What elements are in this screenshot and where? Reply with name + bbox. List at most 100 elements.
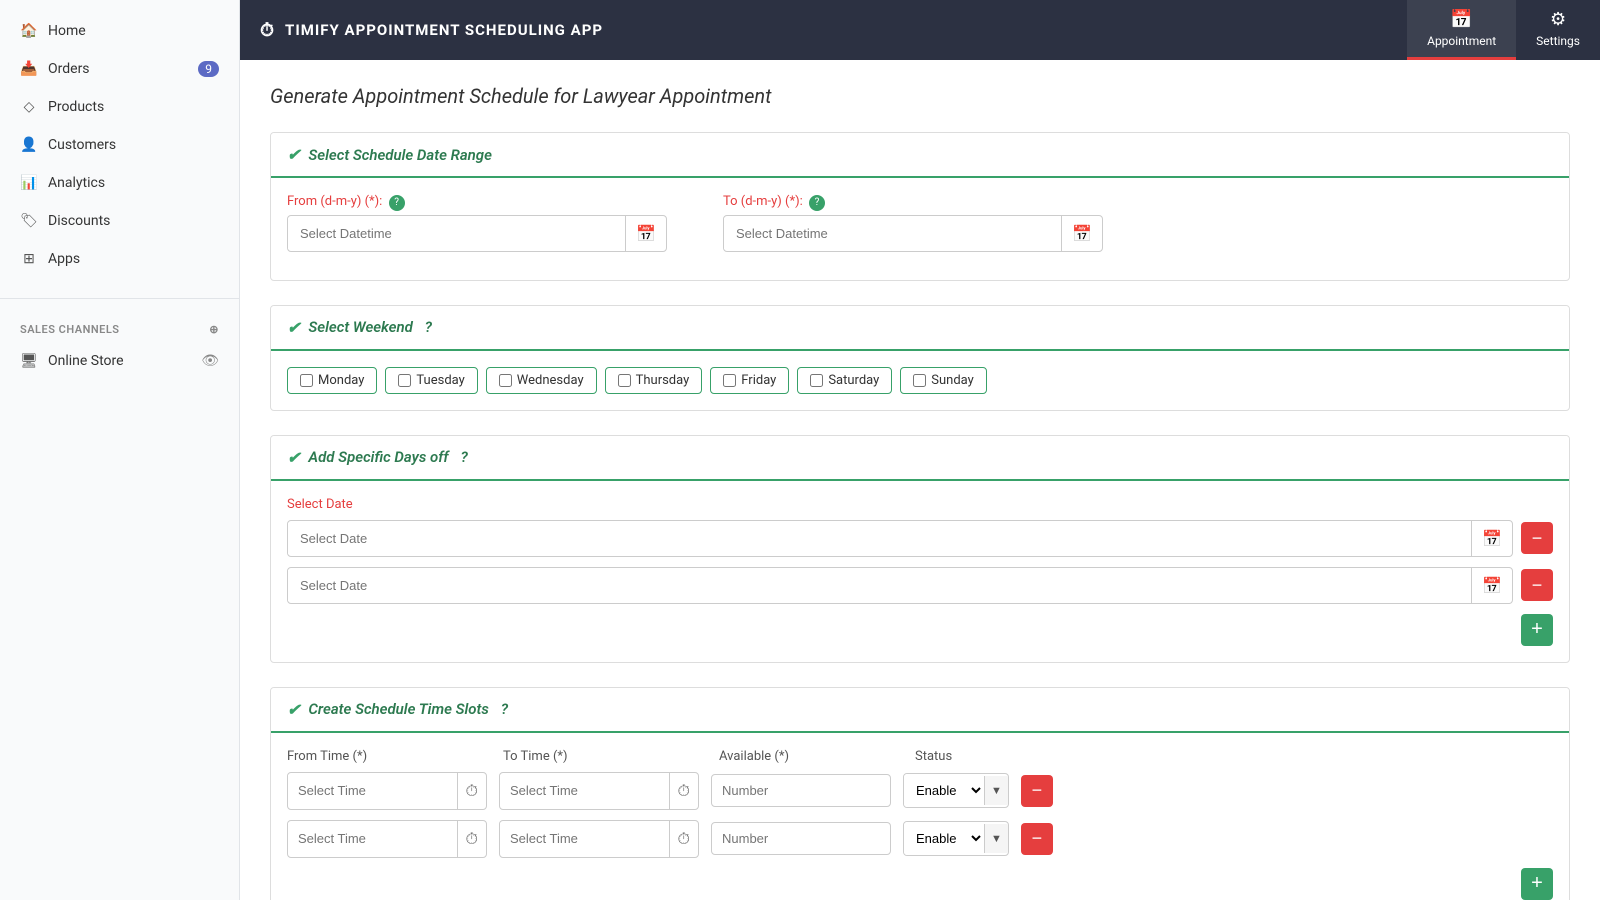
main-content: ⏱ TIMIFY APPOINTMENT SCHEDULING APP 📅 Ap… [240,0,1600,900]
day-monday[interactable]: Monday [287,367,377,394]
weekend-section: ✔ Select Weekend ? Monday Tuesday Wednes… [270,305,1570,411]
remove-slot-1-button[interactable]: − [1021,775,1053,807]
day-thursday[interactable]: Thursday [605,367,703,394]
to-datetime-input-wrapper: 📅 [723,215,1103,252]
to-date-label: To (d-m-y) (*): ? [723,194,1103,211]
weekend-check-icon: ✔ [287,318,300,337]
nav-item-settings[interactable]: ⚙ Settings [1516,0,1600,60]
apps-icon: ⊞ [20,250,38,268]
sidebar-item-discounts[interactable]: 🏷 Discounts [0,202,239,240]
add-day-off-button[interactable]: + [1521,614,1553,646]
days-off-calendar-icon-2[interactable]: 📅 [1471,568,1512,603]
from-datetime-input-wrapper: 📅 [287,215,667,252]
from-date-group: From (d-m-y) (*): ? 📅 [287,194,667,252]
days-off-row-2: 📅 − [287,567,1553,604]
app-nav: 📅 Appointment ⚙ Settings [1407,0,1600,60]
status-header: Status [915,749,1035,764]
checkbox-tuesday[interactable] [398,374,411,387]
weekend-body: Monday Tuesday Wednesday Thursday Friday… [271,351,1569,410]
appointment-nav-icon: 📅 [1450,9,1472,30]
sidebar-item-analytics[interactable]: 📊 Analytics [0,164,239,202]
checkbox-friday[interactable] [723,374,736,387]
time-slot-row-1: ⏱ ⏱ Enable Disable ▼ − [287,772,1553,810]
status-1-dropdown-icon[interactable]: ▼ [984,776,1008,805]
page-content: Generate Appointment Schedule for Lawyea… [240,60,1600,900]
remove-day-off-2-button[interactable]: − [1521,569,1553,601]
from-datetime-input[interactable] [288,218,625,249]
sidebar-item-apps[interactable]: ⊞ Apps [0,240,239,278]
to-time-2-clock-icon[interactable]: ⏱ [669,821,698,857]
from-date-label: From (d-m-y) (*): ? [287,194,667,211]
select-date-label: Select Date [287,497,1553,512]
days-off-section: ✔ Add Specific Days off ? Select Date 📅 … [270,435,1570,663]
nav-item-appointment[interactable]: 📅 Appointment [1407,0,1516,60]
sidebar-item-orders[interactable]: 📥 Orders 9 [0,50,239,88]
sidebar-item-home[interactable]: 🏠 Home [0,12,239,50]
to-time-1-clock-icon[interactable]: ⏱ [669,773,698,809]
from-date-help-icon[interactable]: ? [389,195,405,211]
to-time-1-input[interactable] [500,775,669,806]
days-off-calendar-icon-1[interactable]: 📅 [1471,521,1512,556]
from-time-2-input[interactable] [288,823,457,854]
time-slots-section: ✔ Create Schedule Time Slots ? From Time… [270,687,1570,900]
status-1-select-wrapper: Enable Disable ▼ [903,773,1009,808]
checkbox-saturday[interactable] [810,374,823,387]
to-date-help-icon[interactable]: ? [809,195,825,211]
weekend-header: ✔ Select Weekend ? [271,306,1569,351]
remove-day-off-1-button[interactable]: − [1521,522,1553,554]
day-sunday[interactable]: Sunday [900,367,987,394]
day-friday[interactable]: Friday [710,367,789,394]
sidebar-item-products[interactable]: ◇ Products [0,88,239,126]
available-2-input[interactable] [711,822,891,855]
settings-nav-icon: ⚙ [1550,9,1566,30]
app-header-icon: ⏱ [260,20,275,41]
days-off-header: ✔ Add Specific Days off ? [271,436,1569,481]
day-wednesday[interactable]: Wednesday [486,367,597,394]
available-1-input[interactable] [711,774,891,807]
to-time-2-input[interactable] [500,823,669,854]
from-time-1-clock-icon[interactable]: ⏱ [457,773,486,809]
checkbox-thursday[interactable] [618,374,631,387]
to-datetime-input[interactable] [724,218,1061,249]
from-time-2-clock-icon[interactable]: ⏱ [457,821,486,857]
from-time-1-input[interactable] [288,775,457,806]
time-slots-help-icon[interactable]: ? [501,700,508,718]
from-datetime-calendar-icon[interactable]: 📅 [625,216,666,251]
add-sales-channel-icon[interactable]: ⊕ [209,323,219,336]
to-date-group: To (d-m-y) (*): ? 📅 [723,194,1103,252]
add-slot-button[interactable]: + [1521,868,1553,900]
sidebar-item-customers[interactable]: 👤 Customers [0,126,239,164]
status-2-dropdown-icon[interactable]: ▼ [984,824,1008,853]
status-2-select[interactable]: Enable Disable [904,822,984,855]
checkbox-sunday[interactable] [913,374,926,387]
date-range-header: ✔ Select Schedule Date Range [271,133,1569,178]
day-tuesday[interactable]: Tuesday [385,367,477,394]
to-datetime-calendar-icon[interactable]: 📅 [1061,216,1102,251]
analytics-icon: 📊 [20,174,38,192]
days-off-input-2[interactable] [288,570,1471,601]
sales-channels-section: SALES CHANNELS ⊕ [0,307,239,342]
time-slots-body: From Time (*) To Time (*) Available (*) … [271,733,1569,900]
days-off-row-1: 📅 − [287,520,1553,557]
online-store-view-icon[interactable]: 👁 [201,353,219,369]
discounts-icon: 🏷 [20,212,38,230]
remove-slot-2-button[interactable]: − [1021,823,1053,855]
days-off-help-icon[interactable]: ? [461,448,468,466]
day-saturday[interactable]: Saturday [797,367,892,394]
days-off-input-1[interactable] [288,523,1471,554]
date-range-row: From (d-m-y) (*): ? 📅 To (d-m-y) (*): ? [287,194,1553,252]
app-title: ⏱ TIMIFY APPOINTMENT SCHEDULING APP [260,20,603,41]
from-time-2-wrapper: ⏱ [287,820,487,858]
date-range-section: ✔ Select Schedule Date Range From (d-m-y… [270,132,1570,281]
status-1-select[interactable]: Enable Disable [904,774,984,807]
weekend-help-icon[interactable]: ? [425,318,432,336]
online-store-icon: 🖥 [20,352,38,370]
checkbox-wednesday[interactable] [499,374,512,387]
sidebar-item-online-store[interactable]: 🖥 Online Store 👁 [0,342,239,380]
checkbox-monday[interactable] [300,374,313,387]
time-slots-column-headers: From Time (*) To Time (*) Available (*) … [287,749,1553,764]
products-icon: ◇ [20,98,38,116]
time-slots-check-icon: ✔ [287,700,300,719]
orders-icon: 📥 [20,60,38,78]
from-time-header: From Time (*) [287,749,487,764]
